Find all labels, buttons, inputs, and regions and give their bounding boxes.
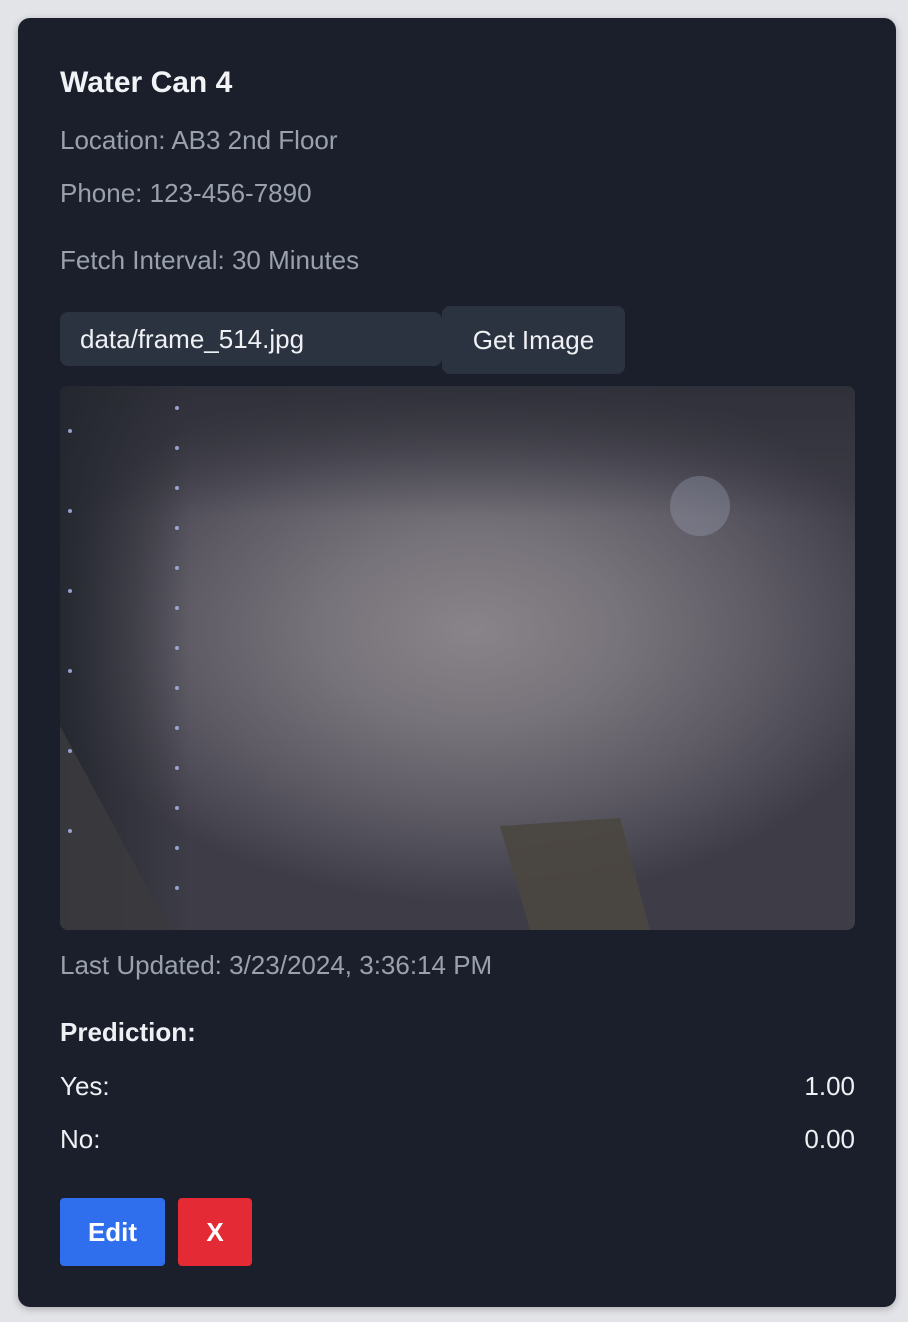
edit-button[interactable]: Edit xyxy=(60,1198,165,1266)
filename-input[interactable] xyxy=(60,312,442,366)
prediction-row-no: No: 0.00 xyxy=(60,1124,855,1155)
delete-button[interactable]: X xyxy=(178,1198,252,1266)
water-can-card: Water Can 4 Location: AB3 2nd Floor Phon… xyxy=(18,18,896,1307)
prediction-label: No: xyxy=(60,1124,101,1154)
prediction-value: 0.00 xyxy=(804,1124,855,1154)
prediction-row-yes: Yes: 1.00 xyxy=(60,1071,855,1102)
prediction-heading: Prediction: xyxy=(60,1017,196,1047)
prediction-value: 1.00 xyxy=(804,1071,855,1101)
location-text: Location: AB3 2nd Floor xyxy=(60,125,338,155)
prediction-label: Yes: xyxy=(60,1071,110,1101)
phone-text: Phone: 123-456-7890 xyxy=(60,178,312,208)
camera-image xyxy=(60,386,855,930)
last-updated-text: Last Updated: 3/23/2024, 3:36:14 PM xyxy=(60,950,493,980)
card-title: Water Can 4 xyxy=(60,66,233,99)
get-image-button[interactable]: Get Image xyxy=(442,306,625,374)
fetch-interval-text: Fetch Interval: 30 Minutes xyxy=(60,245,360,275)
